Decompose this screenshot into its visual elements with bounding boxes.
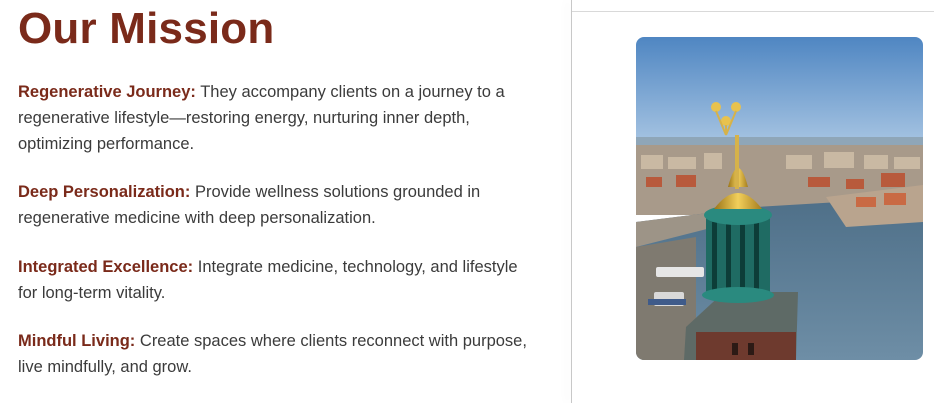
mission-item-label: Mindful Living: (18, 332, 136, 350)
mission-section: Our Mission Regenerative Journey: They a… (0, 0, 571, 403)
mission-item-deep-personalization: Deep Personalization: Provide wellness s… (18, 179, 538, 231)
mission-item-mindful-living: Mindful Living: Create spaces where clie… (18, 328, 538, 380)
top-rule (572, 11, 934, 12)
image-panel (572, 0, 934, 403)
mission-item-label: Deep Personalization: (18, 183, 191, 201)
city-tower-illustration (636, 37, 923, 360)
section-title: Our Mission (18, 4, 275, 53)
mission-item-integrated-excellence: Integrated Excellence: Integrate medicin… (18, 254, 538, 306)
city-tower-photo (636, 37, 923, 360)
mission-item-label: Integrated Excellence: (18, 258, 194, 276)
mission-item-label: Regenerative Journey: (18, 83, 196, 101)
mission-item-regenerative-journey: Regenerative Journey: They accompany cli… (18, 79, 538, 157)
